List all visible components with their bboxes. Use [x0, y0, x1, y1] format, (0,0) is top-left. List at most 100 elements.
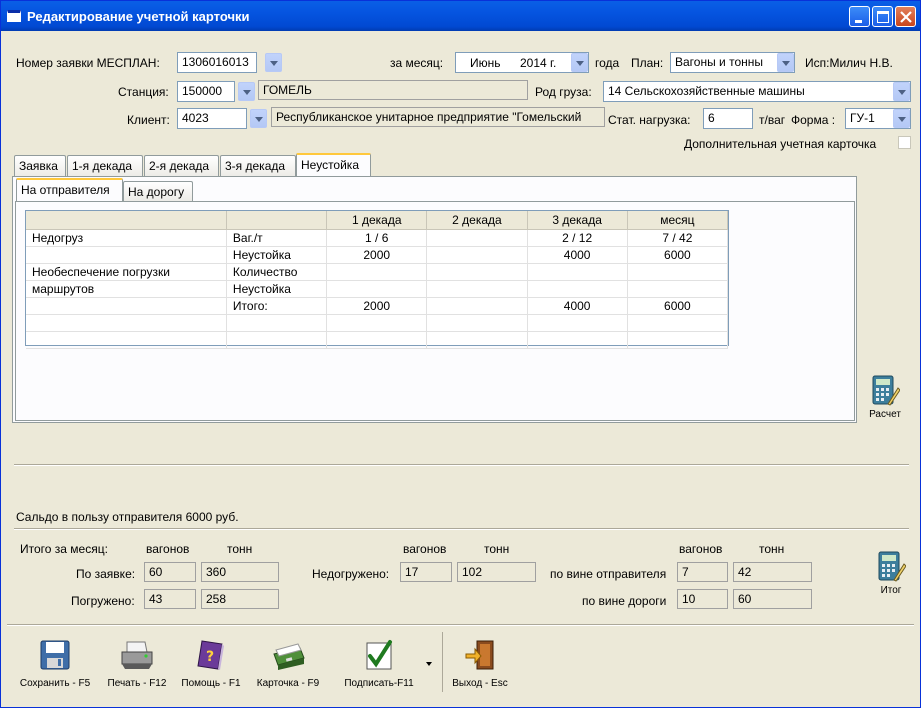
table-row[interactable] — [26, 331, 729, 349]
wagons-header: вагонов — [146, 542, 190, 556]
sender-fault-wagons: 7 — [677, 562, 728, 582]
client-dropdown-button[interactable] — [250, 109, 267, 128]
sender-fault-label: по вине отправителя — [550, 567, 667, 581]
toolbar-separator — [442, 632, 443, 692]
month-select[interactable]: Июнь 2014 г. — [455, 52, 589, 73]
form-dropdown-button[interactable] — [893, 109, 910, 128]
exit-label: Выход - Esc — [452, 678, 508, 689]
grid-cell — [26, 246, 227, 264]
grid-cell: Необеспечение погрузки — [26, 263, 227, 281]
executor-label: Исп:Милич Н.В. — [805, 56, 893, 70]
window-icon — [7, 10, 21, 22]
extra-card-label: Дополнительная учетная карточка — [684, 137, 877, 151]
grid-cell — [527, 263, 628, 281]
tab-decade-3[interactable]: 3-я декада — [220, 155, 296, 177]
cargo-dropdown-button[interactable] — [893, 82, 910, 101]
penalty-grid[interactable]: 1 декада 2 декада 3 декада месяц Недогру… — [25, 210, 729, 349]
minimize-icon — [855, 20, 862, 23]
request-dropdown-button[interactable] — [265, 53, 282, 72]
extra-card-checkbox[interactable] — [898, 136, 911, 149]
client-code-input[interactable]: 4023 — [177, 108, 247, 129]
grid-cell: 7 / 42 — [627, 229, 729, 247]
client-label: Клиент: — [127, 113, 170, 127]
card-button[interactable]: Карточка - F9 — [250, 638, 326, 689]
grid-cell — [426, 229, 528, 247]
tab-decade-1[interactable]: 1-я декада — [67, 155, 143, 177]
tab-decade-2[interactable]: 2-я декада — [144, 155, 219, 177]
station-dropdown-button[interactable] — [238, 82, 255, 101]
divider — [14, 528, 909, 530]
month-value: Июнь — [470, 56, 501, 70]
load-label: Стат. нагрузка: — [608, 113, 691, 127]
table-row[interactable]: Недогруз Ваг./т 1 / 6 2 / 12 7 / 42 — [26, 229, 729, 247]
maximize-button[interactable] — [872, 6, 893, 27]
request-number-input[interactable]: 1306016013 — [177, 52, 257, 73]
load-input[interactable]: 6 — [703, 108, 753, 129]
station-name-field: ГОМЕЛЬ — [258, 80, 528, 100]
station-label: Станция: — [118, 85, 169, 99]
table-row[interactable]: Неустойка 2000 4000 6000 — [26, 246, 729, 264]
save-button[interactable]: Сохранить - F5 — [15, 638, 95, 689]
grid-cell — [527, 314, 628, 332]
grid-cell — [527, 280, 628, 298]
help-button[interactable]: ? Помощь - F1 — [179, 638, 243, 689]
grid-cell — [326, 263, 428, 281]
grid-cell — [426, 280, 528, 298]
loaded-wagons: 43 — [144, 589, 196, 609]
grid-cell: 2 / 12 — [527, 229, 628, 247]
grid-cell: Неустойка — [226, 246, 328, 264]
tab-penalty[interactable]: Неустойка — [296, 153, 371, 177]
print-button[interactable]: Печать - F12 — [102, 638, 172, 689]
subtab-sender[interactable]: На отправителя — [16, 178, 123, 202]
grid-header-cell: 3 декада — [527, 211, 628, 230]
main-window: Редактирование учетной карточки Номер за… — [0, 0, 921, 708]
title-bar: Редактирование учетной карточки — [1, 1, 920, 31]
grid-cell — [627, 331, 729, 349]
table-row[interactable]: Итого: 2000 4000 6000 — [26, 297, 729, 315]
exit-door-icon — [465, 640, 494, 670]
subtab-road[interactable]: На дорогу — [123, 181, 193, 202]
month-dropdown-button[interactable] — [571, 53, 588, 72]
close-button[interactable] — [895, 6, 916, 27]
grid-cell: Ваг./т — [226, 229, 328, 247]
plan-dropdown-button[interactable] — [777, 53, 794, 72]
print-label: Печать - F12 — [107, 678, 167, 689]
client-name-field: Республиканское унитарное предприятие "Г… — [271, 107, 605, 127]
grid-cell: Недогруз — [26, 229, 227, 247]
by-request-wagons: 60 — [144, 562, 196, 582]
help-book-icon: ? — [197, 640, 224, 670]
grid-header-row: 1 декада 2 декада 3 декада месяц — [26, 211, 729, 230]
table-row[interactable]: маршрутов Неустойка — [26, 280, 729, 298]
client-area: Номер заявки МЕСПЛАН: 1306016013 за меся… — [5, 32, 916, 705]
sign-button[interactable]: Подписать-F11 — [335, 638, 423, 689]
calc-button[interactable]: Расчет — [861, 374, 909, 420]
tab-request[interactable]: Заявка — [14, 155, 66, 177]
tons-header: тонн — [227, 542, 253, 556]
sign-dropdown-arrow[interactable] — [426, 662, 432, 666]
divider — [7, 624, 914, 626]
by-request-label: По заявке: — [76, 567, 136, 581]
window-title: Редактирование учетной карточки — [27, 9, 250, 24]
total-button[interactable]: Итог — [867, 550, 915, 596]
grid-cell — [326, 280, 428, 298]
tons-header: тонн — [759, 542, 785, 556]
year-suffix: года — [595, 56, 620, 70]
table-row[interactable] — [26, 314, 729, 332]
table-row[interactable]: Необеспечение погрузки Количество — [26, 263, 729, 281]
grid-cell: маршрутов — [26, 280, 227, 298]
card-file-icon — [273, 643, 305, 670]
exit-button[interactable]: Выход - Esc — [447, 638, 513, 689]
grid-cell — [627, 280, 729, 298]
grid-cell: 4000 — [527, 246, 628, 264]
grid-cell — [226, 314, 328, 332]
grid-cell — [426, 246, 528, 264]
underloaded-tons: 102 — [457, 562, 536, 582]
checkmark-icon — [366, 640, 392, 670]
station-code-input[interactable]: 150000 — [177, 81, 235, 102]
help-label: Помощь - F1 — [181, 678, 241, 689]
cargo-select[interactable]: 14 Сельскохозяйственные машины — [603, 81, 911, 102]
form-label: Форма : — [791, 113, 836, 127]
minimize-button[interactable] — [849, 6, 870, 27]
grid-cell — [226, 331, 328, 349]
grid-cell — [26, 314, 227, 332]
